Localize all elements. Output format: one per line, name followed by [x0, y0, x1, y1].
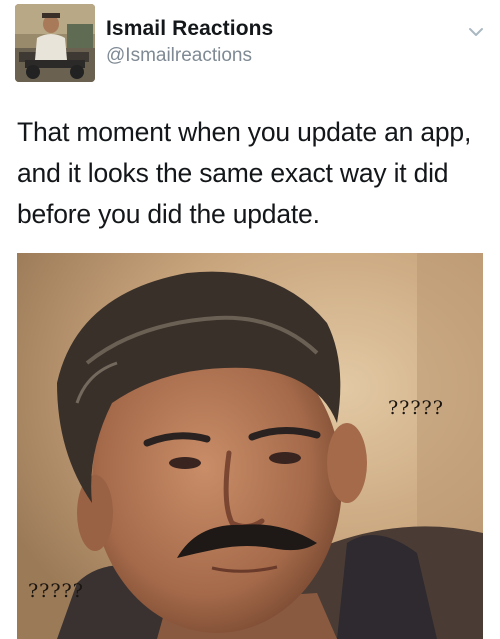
avatar-image — [15, 4, 95, 82]
tweet-text: That moment when you update an app, and … — [17, 117, 472, 229]
avatar[interactable] — [15, 4, 95, 82]
photo-image — [17, 253, 483, 639]
chevron-down-icon[interactable] — [466, 22, 486, 42]
display-name[interactable]: Ismail Reactions — [106, 17, 273, 41]
caption-bottom-left: ????? — [28, 580, 84, 602]
tweet-photo[interactable]: ????? ????? — [17, 253, 483, 639]
tweet-card: Ismail Reactions @Ismailreactions That m… — [0, 0, 500, 639]
user-handle[interactable]: @Ismailreactions — [106, 45, 252, 67]
caption-top-right: ????? — [388, 397, 444, 419]
